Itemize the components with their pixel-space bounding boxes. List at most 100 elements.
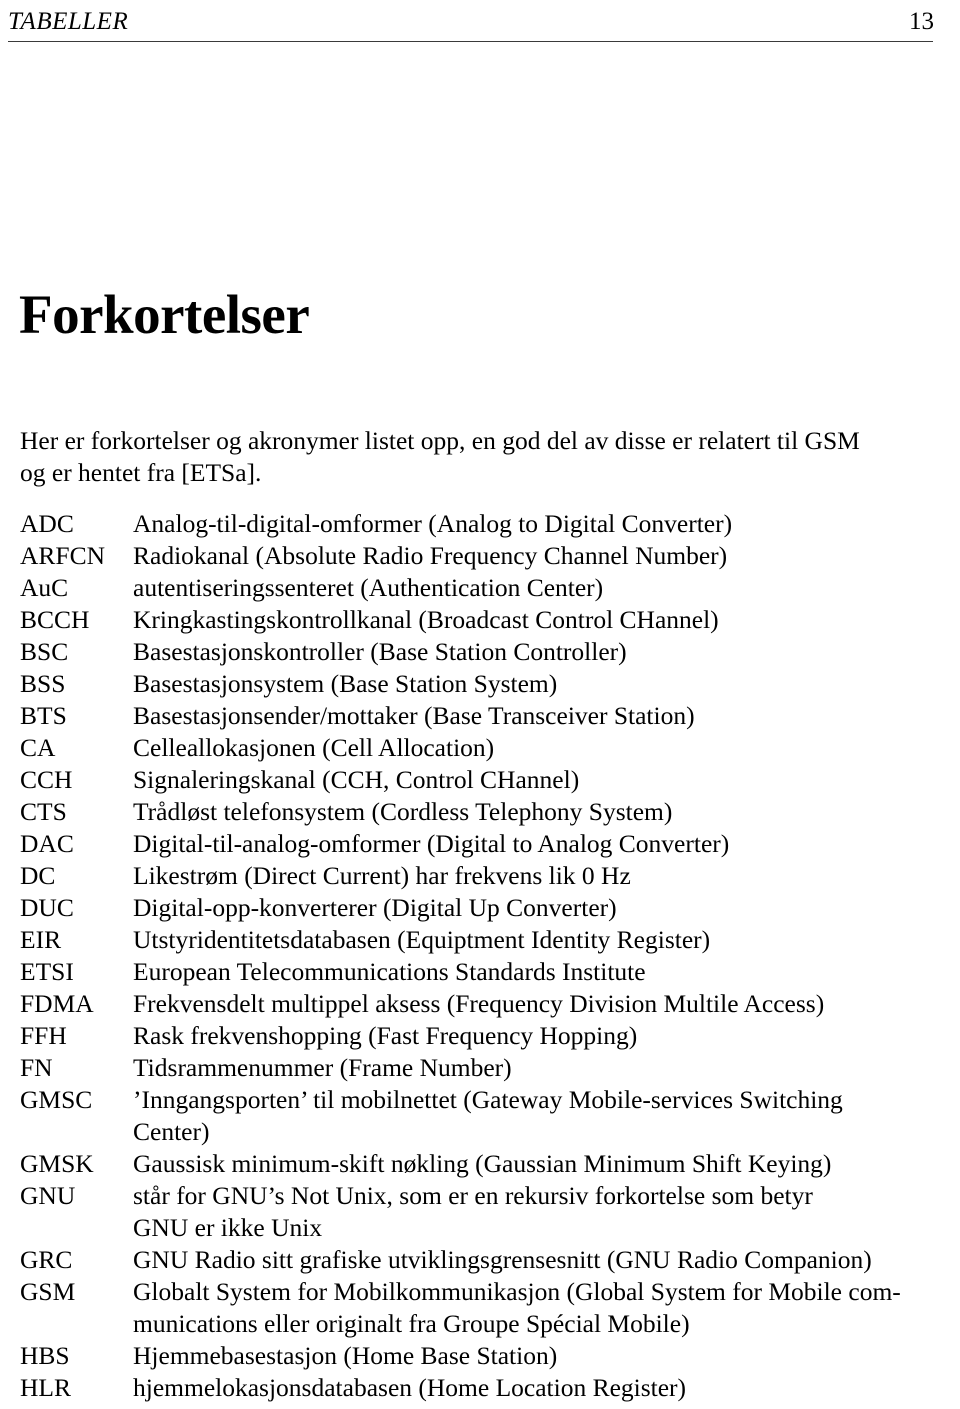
abbreviation-term: CCH	[20, 765, 73, 794]
abbreviation-definition-line: Globalt System for Mobilkommunikasjon (G…	[133, 1277, 901, 1306]
abbreviation-term: GSM	[20, 1277, 76, 1306]
abbreviation-definition-line: står for GNU’s Not Unix, som er en rekur…	[133, 1181, 813, 1210]
abbreviation-definition: Utstyridentitetsdatabasen (Equiptment Id…	[133, 924, 940, 956]
abbreviation-term: GMSK	[20, 1149, 94, 1178]
abbreviation-row: GRC GNU Radio sitt grafiske utviklingsgre…	[20, 1244, 940, 1276]
abbreviation-term: BTS	[20, 701, 67, 730]
abbreviation-definition-line: Radiokanal (Absolute Radio Frequency Cha…	[133, 541, 728, 570]
abbreviation-definition: Rask frekvenshopping (Fast Frequency Hop…	[133, 1020, 940, 1052]
abbreviation-row: GSM Globalt System for Mobilkommunikasjon…	[20, 1276, 940, 1340]
abbreviation-term: CA	[20, 733, 56, 762]
abbreviation-row: CTS Trådløst telefonsystem (Cordless Tele…	[20, 796, 940, 828]
abbreviation-definition-line: Basestasjonsender/mottaker (Base Transce…	[133, 701, 695, 730]
abbreviation-definition-line: European Telecommunications Standards In…	[133, 957, 646, 986]
abbreviation-definition-line: Basestasjonskontroller (Base Station Con…	[133, 637, 627, 666]
abbreviation-definition-line: Utstyridentitetsdatabasen (Equiptment Id…	[133, 925, 711, 954]
abbreviation-term: ETSI	[20, 957, 74, 986]
abbreviation-row: DC Likestrøm (Direct Current) har frekven…	[20, 860, 940, 892]
abbreviation-term: FN	[20, 1053, 53, 1082]
abbreviation-definition-line: Rask frekvenshopping (Fast Frequency Hop…	[133, 1021, 638, 1050]
abbreviation-definition: ’Inngangsporten’ til mobilnettet (Gatewa…	[133, 1084, 940, 1148]
abbreviation-term: EIR	[20, 925, 62, 954]
abbreviation-row: FFH Rask frekvenshopping (Fast Frequency …	[20, 1020, 940, 1052]
abbreviation-row: HLR hjemmelokasjonsdatabasen (Home Locati…	[20, 1372, 940, 1404]
running-header-title: TABELLER	[8, 8, 129, 35]
abbreviation-row: AuC autentiseringssenteret (Authenticatio…	[20, 572, 940, 604]
abbreviation-definition: Kringkastingskontrollkanal (Broadcast Co…	[133, 604, 940, 636]
abbreviation-row: CCH Signaleringskanal (CCH, Control CHann…	[20, 764, 940, 796]
abbreviation-definition: Basestasjonskontroller (Base Station Con…	[133, 636, 940, 668]
abbreviation-row: BSS Basestasjonsystem (Base Station Syste…	[20, 668, 940, 700]
page-number: 13	[909, 8, 934, 35]
abbreviation-term: HSN	[20, 1404, 133, 1409]
page-title: Forkortelser	[19, 283, 310, 345]
abbreviation-definition: Digital-til-analog-omformer (Digital to …	[133, 828, 940, 860]
abbreviation-term: BCCH	[20, 605, 90, 634]
abbreviation-row: DAC Digital-til-analog-omformer (Digital …	[20, 828, 940, 860]
abbreviation-definition: Basestasjonsender/mottaker (Base Transce…	[133, 700, 940, 732]
abbreviation-row: ARFCN Radiokanal (Absolute Radio Frequenc…	[20, 540, 940, 572]
abbreviation-definition: Basestasjonsystem (Base Station System)	[133, 668, 940, 700]
abbreviation-definition-line: Analog-til-digital-omformer (Analog to D…	[133, 509, 733, 538]
abbreviation-row: FN Tidsrammenummer (Frame Number)	[20, 1052, 940, 1084]
abbreviation-definition-line: Hoppesekvensnummeret (Hopping Sequence N…	[133, 1404, 940, 1409]
abbreviation-definition: Globalt System for Mobilkommunikasjon (G…	[133, 1276, 940, 1340]
abbreviation-term: BSC	[20, 637, 69, 666]
abbreviation-row: DUC Digital-opp-konverterer (Digital Up C…	[20, 892, 940, 924]
abbreviation-list: ADC Analog-til-digital-omformer (Analog t…	[20, 508, 940, 1409]
abbreviation-definition-line: Celleallokasjonen (Cell Allocation)	[133, 733, 495, 762]
intro-line-2: og er hentet fra [ETSa].	[20, 457, 262, 487]
abbreviation-term: GRC	[20, 1245, 73, 1274]
abbreviation-term: ADC	[20, 509, 74, 538]
abbreviation-definition-line: hjemmelokasjonsdatabasen (Home Location …	[133, 1373, 687, 1402]
abbreviation-definition-line: GNU Radio sitt grafiske utviklingsgrense…	[133, 1245, 872, 1274]
header-rule	[8, 41, 933, 42]
abbreviation-definition-line: GNU er ikke Unix	[133, 1213, 323, 1242]
intro-line-1: Her er forkortelser og akronymer listet …	[20, 425, 860, 455]
abbreviation-definition-line: Trådløst telefonsystem (Cordless Telepho…	[133, 797, 673, 826]
abbreviation-row: BSC Basestasjonskontroller (Base Station …	[20, 636, 940, 668]
abbreviation-row: EIR Utstyridentitetsdatabasen (Equiptment…	[20, 924, 940, 956]
abbreviation-definition: Tidsrammenummer (Frame Number)	[133, 1052, 940, 1084]
abbreviation-definition-line: Hjemmebasestasjon (Home Base Station)	[133, 1341, 558, 1370]
abbreviation-row: FDMA Frekvensdelt multippel aksess (Frequ…	[20, 988, 940, 1020]
abbreviation-term: BSS	[20, 669, 66, 698]
abbreviation-row: BCCH Kringkastingskontrollkanal (Broadcas…	[20, 604, 940, 636]
abbreviation-row: GMSK Gaussisk minimum-skift nøkling (Gaus…	[20, 1148, 940, 1180]
abbreviation-definition-line: Gaussisk minimum-skift nøkling (Gaussian…	[133, 1149, 832, 1178]
abbreviation-definition-line: Center)	[133, 1117, 210, 1146]
abbreviation-term: FFH	[20, 1021, 67, 1050]
abbreviation-row: BTS Basestasjonsender/mottaker (Base Tran…	[20, 700, 940, 732]
abbreviation-definition-line: autentiseringssenteret (Authentication C…	[133, 573, 604, 602]
abbreviation-definition: Signaleringskanal (CCH, Control CHannel)	[133, 764, 940, 796]
abbreviation-definition: Frekvensdelt multippel aksess (Frequency…	[133, 988, 940, 1020]
abbreviation-row: ADC Analog-til-digital-omformer (Analog t…	[20, 508, 940, 540]
abbreviation-definition-line: munications eller originalt fra Groupe S…	[133, 1309, 690, 1338]
abbreviation-definition-line: Digital-til-analog-omformer (Digital to …	[133, 829, 730, 858]
abbreviation-term: FDMA	[20, 989, 94, 1018]
document-page: TABELLER 13 Forkortelser Her er forkorte…	[0, 0, 960, 1409]
abbreviation-definition-line: Likestrøm (Direct Current) har frekvens …	[133, 861, 631, 890]
abbreviation-term: ARFCN	[20, 541, 106, 570]
abbreviation-definition-line: Digital-opp-konverterer (Digital Up Conv…	[133, 893, 617, 922]
abbreviation-row: GMSC ’Inngangsporten’ til mobilnettet (Ga…	[20, 1084, 940, 1148]
abbreviation-definition: autentiseringssenteret (Authentication C…	[133, 572, 940, 604]
running-header: TABELLER 13	[8, 8, 934, 42]
abbreviation-term: DAC	[20, 829, 74, 858]
abbreviation-term: AuC	[20, 573, 69, 602]
abbreviation-term: DUC	[20, 893, 74, 922]
abbreviation-term: CTS	[20, 797, 67, 826]
abbreviation-definition-line: Tidsrammenummer (Frame Number)	[133, 1053, 512, 1082]
abbreviation-term: GNU	[20, 1181, 76, 1210]
abbreviation-definition: Gaussisk minimum-skift nøkling (Gaussian…	[133, 1148, 940, 1180]
abbreviation-definition-line: Frekvensdelt multippel aksess (Frequency…	[133, 989, 825, 1018]
abbreviation-definition-line: Basestasjonsystem (Base Station System)	[133, 669, 558, 698]
abbreviation-definition: står for GNU’s Not Unix, som er en rekur…	[133, 1180, 940, 1244]
abbreviation-definition: Trådløst telefonsystem (Cordless Telepho…	[133, 796, 940, 828]
abbreviation-term: GMSC	[20, 1085, 93, 1114]
abbreviation-definition-line: ’Inngangsporten’ til mobilnettet (Gatewa…	[133, 1085, 843, 1114]
abbreviation-definition: hjemmelokasjonsdatabasen (Home Location …	[133, 1372, 940, 1404]
abbreviation-definition-line: Signaleringskanal (CCH, Control CHannel)	[133, 765, 580, 794]
abbreviation-definition: Analog-til-digital-omformer (Analog to D…	[133, 508, 940, 540]
abbreviation-definition: European Telecommunications Standards In…	[133, 956, 940, 988]
